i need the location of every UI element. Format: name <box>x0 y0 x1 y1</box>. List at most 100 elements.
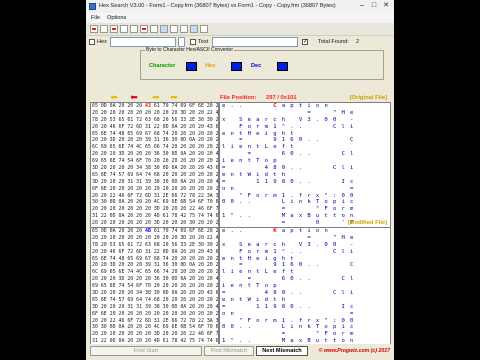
grid-icon[interactable] <box>180 25 188 33</box>
hex-row: 65 6E 74 57 69 64 74 68 20 20 20 20 20 2… <box>92 296 219 303</box>
paste-icon[interactable] <box>140 25 148 33</box>
hex-label: Hex <box>97 39 107 45</box>
menu-bar: File Options <box>86 13 394 23</box>
app-icon <box>89 3 96 10</box>
text-label: Text <box>198 39 209 45</box>
hex-row: 30 30 0D 0A 20 20 20 4C 69 6E 6B 54 6F 7… <box>92 324 219 331</box>
converter-panel: Byte to Character Hex/ASCII Converter Ch… <box>140 47 384 80</box>
original-file-header: [Original File] <box>349 95 387 101</box>
hex-row: 20 20 20 3D 20 20 20 36 30 0D 0A 20 20 2… <box>92 276 219 283</box>
open-file-2-icon[interactable] <box>110 25 118 33</box>
hex-row: 20 20 20 20 20 20 20 3D 20 20 20 22 46 6… <box>92 206 219 213</box>
document-2-icon[interactable] <box>120 25 128 33</box>
hex-row: 20 20 3D 20 20 20 39 31 36 30 0D 0A 20 2… <box>92 137 219 144</box>
document-icon[interactable] <box>100 25 108 33</box>
mismatch-highlight: 4B <box>145 228 151 234</box>
char-row: = 9 1 6 0 . . C <box>222 262 355 269</box>
hex-row: 31 22 0D 0A 20 20 20 4D 61 78 42 75 74 7… <box>92 213 219 220</box>
total-found-value: 2 <box>356 39 360 45</box>
char-row: = " F o r m <box>222 206 355 213</box>
char-row: o n = <box>222 185 355 192</box>
find-start-button[interactable]: Find Start <box>90 346 202 356</box>
scroll-far-right-arrow-icon[interactable]: ➡ <box>166 92 182 102</box>
compare-icon[interactable] <box>160 25 168 33</box>
match-case-checkbox[interactable] <box>302 38 308 45</box>
hex-row: 20 20 20 20 20 20 20 3D 20 20 20 22 46 6… <box>92 331 219 338</box>
mismatch-highlight: 43 <box>145 103 151 109</box>
hex-row: 20 20 46 6F 72 6D 31 22 0D 0A 20 20 20 4… <box>92 123 219 130</box>
char-row: " F o r m 1 . f r x " : 0 0 <box>222 317 355 324</box>
hex-row: 20 20 20 20 20 20 20 20 20 20 3D 20 20 2… <box>92 109 219 116</box>
hex-row: 69 65 6E 74 54 6F 70 20 20 20 20 20 20 2… <box>92 158 219 165</box>
hex-row: 78 20 53 65 61 72 63 68 20 56 33 2E 30 3… <box>92 116 219 123</box>
char-row: F o r m 1 " . . C l i <box>222 248 355 255</box>
char-row: e n t W i d t h <box>222 296 355 303</box>
next-mismatch-button[interactable]: Next Mismatch <box>256 346 308 356</box>
scroll-right-arrow-icon[interactable]: ➡ <box>148 92 164 102</box>
copy-icon[interactable] <box>130 25 138 33</box>
minimize-button[interactable]: – <box>356 1 368 11</box>
scroll-left-arrow-icon[interactable]: ⬅ <box>106 92 122 102</box>
original-hex-panel[interactable]: 65 0D 0A 20 20 20 43 61 70 74 69 6F 6E 2… <box>90 102 219 228</box>
text-checkbox[interactable] <box>190 39 196 45</box>
char-row: e . . C a p t i o n <box>222 103 359 109</box>
view-icon[interactable] <box>190 25 198 33</box>
converter-hex-box[interactable] <box>231 62 242 71</box>
hex-row: 3D 20 20 20 31 31 39 38 30 0D 0A 20 20 2… <box>92 178 219 185</box>
hex-row: 20 20 46 6F 72 6D 31 22 0D 0A 20 20 20 4… <box>92 248 219 255</box>
converter-hex-label: Hex <box>205 63 216 69</box>
hex-search-input[interactable] <box>110 37 176 47</box>
converter-dec-box[interactable] <box>277 62 288 71</box>
first-mismatch-button[interactable]: First Mismatch <box>204 346 254 356</box>
mismatch-highlight: K <box>273 228 278 234</box>
char-row: 0 0 . . L i n k T o p i c <box>222 324 355 331</box>
hex-row: 65 6E 74 48 65 69 67 68 74 20 20 20 20 2… <box>92 130 219 137</box>
print-icon[interactable] <box>150 25 158 33</box>
modified-char-panel[interactable]: e . . K a p t i o n = " H ex S e a r c h… <box>219 227 391 353</box>
red-left-arrow-icon[interactable]: ⬅ <box>126 92 142 102</box>
hex-checkbox[interactable] <box>89 39 95 45</box>
converter-character-box[interactable] <box>186 62 197 71</box>
char-row: o n = <box>222 310 355 317</box>
char-row: = 6 0 . . C l <box>222 151 355 158</box>
char-row: = 1 1 9 8 0 . . I c <box>222 178 355 185</box>
mismatch-highlight: C <box>273 103 278 109</box>
info-icon[interactable] <box>200 25 208 33</box>
hex-row: 3D 20 20 20 31 31 39 38 30 0D 0A 20 20 2… <box>92 303 219 310</box>
hex-row: 3D 20 20 20 20 34 38 30 0D 0A 20 20 20 4… <box>92 290 219 297</box>
char-row: x S e a r c h V 3 . 0 0 - <box>222 116 355 123</box>
hex-row: 6C 69 65 6E 74 4C 65 66 74 20 20 20 20 2… <box>92 144 219 151</box>
hex-search-window: Hex Search V3.00 - Form1 - Copy.frm (368… <box>86 0 394 360</box>
char-row: = 9 1 6 0 . . C <box>222 137 355 144</box>
menu-options[interactable]: Options <box>107 15 126 21</box>
char-row: e n t W i d t h <box>222 171 355 178</box>
maximize-button[interactable]: □ <box>368 1 380 11</box>
char-row: e . . K a p t i o n <box>222 228 359 234</box>
hex-search-button[interactable] <box>178 37 185 47</box>
hex-row: 20 20 20 3D 20 20 20 36 30 0D 0A 20 20 2… <box>92 151 219 158</box>
bottom-bar: Find Start First Mismatch Next Mismatch … <box>86 344 394 360</box>
title-bar: Hex Search V3.00 - Form1 - Copy.frm (368… <box>86 0 394 14</box>
open-file-1-icon[interactable] <box>90 25 98 33</box>
char-row: = 1 1 9 8 0 . . I c <box>222 303 355 310</box>
menu-file[interactable]: File <box>91 15 100 21</box>
toolbar <box>86 23 394 36</box>
hex-row: 6F 6E 20 20 20 20 20 20 20 20 20 20 20 2… <box>92 185 219 192</box>
hex-row: 30 30 0D 0A 20 20 20 4C 69 6E 6B 54 6F 7… <box>92 199 219 206</box>
left-letterbox <box>0 0 86 360</box>
search-row: Hex Text Total Found: 2 <box>86 36 394 48</box>
char-row: 0 0 . . L i n k T o p i c <box>222 199 355 206</box>
modified-hex-panel[interactable]: 65 0D 0A 20 20 20 4B 61 70 74 69 6F 6E 2… <box>90 227 219 353</box>
original-char-panel[interactable]: e . . C a p t i o n = " H ex S e a r c h… <box>219 102 391 228</box>
hex-row: 20 20 22 46 6F 72 6D 31 2E 66 72 78 22 3… <box>92 192 219 199</box>
total-found-label: Total Found: <box>318 39 349 45</box>
hex-row: 65 0D 0A 20 20 20 43 61 70 74 69 6F 6E 2… <box>92 103 219 109</box>
footer-copyright: © www.Progwiz.com (c) 2017 <box>318 348 390 354</box>
close-button[interactable]: ✕ <box>380 1 392 11</box>
list-icon[interactable] <box>170 25 178 33</box>
text-search-input[interactable] <box>212 37 298 47</box>
file-position-label: File Position: <box>220 95 257 101</box>
hex-row: 69 65 6E 74 54 6F 70 20 20 20 20 20 20 2… <box>92 283 219 290</box>
modified-file-header: [Modified File] <box>347 220 387 226</box>
right-letterbox <box>394 0 480 360</box>
